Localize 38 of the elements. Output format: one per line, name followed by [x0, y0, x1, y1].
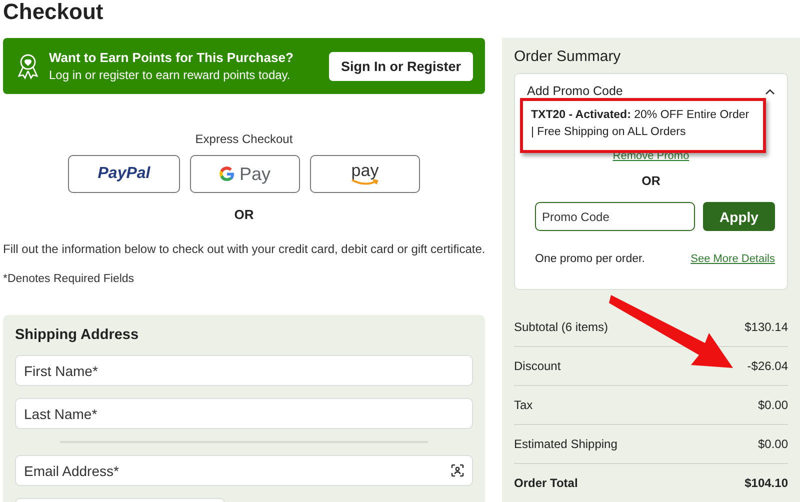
input-field[interactable]: Email Address* [15, 455, 473, 486]
page-title: Checkout [3, 0, 104, 26]
express-checkout-label: Express Checkout [195, 132, 293, 146]
summary-value: $0.00 [758, 398, 788, 412]
promo-note: One promo per order. [535, 253, 645, 265]
amazon-pay-button[interactable]: pay [310, 155, 420, 193]
instructions-text: Fill out the information below to check out with your credit card, debit card or gift certificate. [3, 242, 485, 256]
summary-label: Subtotal (6 items) [514, 320, 608, 334]
google-pay-button[interactable]: Pay [190, 155, 300, 193]
see-more-details-link[interactable]: See More Details [690, 253, 775, 265]
apply-button[interactable]: Apply [703, 202, 775, 231]
summary-value: -$26.04 [747, 359, 788, 373]
or-separator: OR [234, 207, 254, 222]
sign-in-button[interactable]: Sign In or Register [328, 52, 473, 80]
promo-title: Add Promo Code [527, 84, 623, 98]
banner-subtitle: Log in or register to earn reward points today. [49, 68, 292, 82]
promo-message: TXT20 - Activated: 20% OFF Entire Order | Free Shipping on ALL Orders [531, 109, 750, 138]
summary-label: Tax [514, 398, 533, 412]
section-title: Shipping Address [15, 327, 140, 343]
order-summary-title: Order Summary [514, 48, 622, 65]
input-field[interactable]: Last Name* [15, 398, 473, 429]
summary-label: Discount [514, 359, 561, 373]
paypal-button[interactable]: PayPal [68, 155, 180, 193]
input-field[interactable]: First Name* [15, 355, 473, 386]
award-ribbon-icon [17, 52, 39, 80]
summary-label: Estimated Shipping [514, 437, 618, 451]
summary-value: $0.00 [758, 437, 788, 451]
contact-autofill-icon [451, 464, 464, 477]
smile-icon [351, 178, 379, 186]
summary-label: Order Total [514, 476, 578, 490]
summary-value: $130.14 [744, 320, 788, 334]
g-logo-icon [219, 166, 236, 182]
required-note: *Denotes Required Fields [3, 273, 136, 285]
banner-title: Want to Earn Points for This Purchase? [49, 50, 294, 65]
summary-value: $104.10 [744, 476, 788, 490]
promo-code-field[interactable]: Promo Code [535, 202, 695, 231]
or-separator: OR [642, 174, 660, 188]
chevron-up-icon[interactable] [765, 88, 775, 94]
